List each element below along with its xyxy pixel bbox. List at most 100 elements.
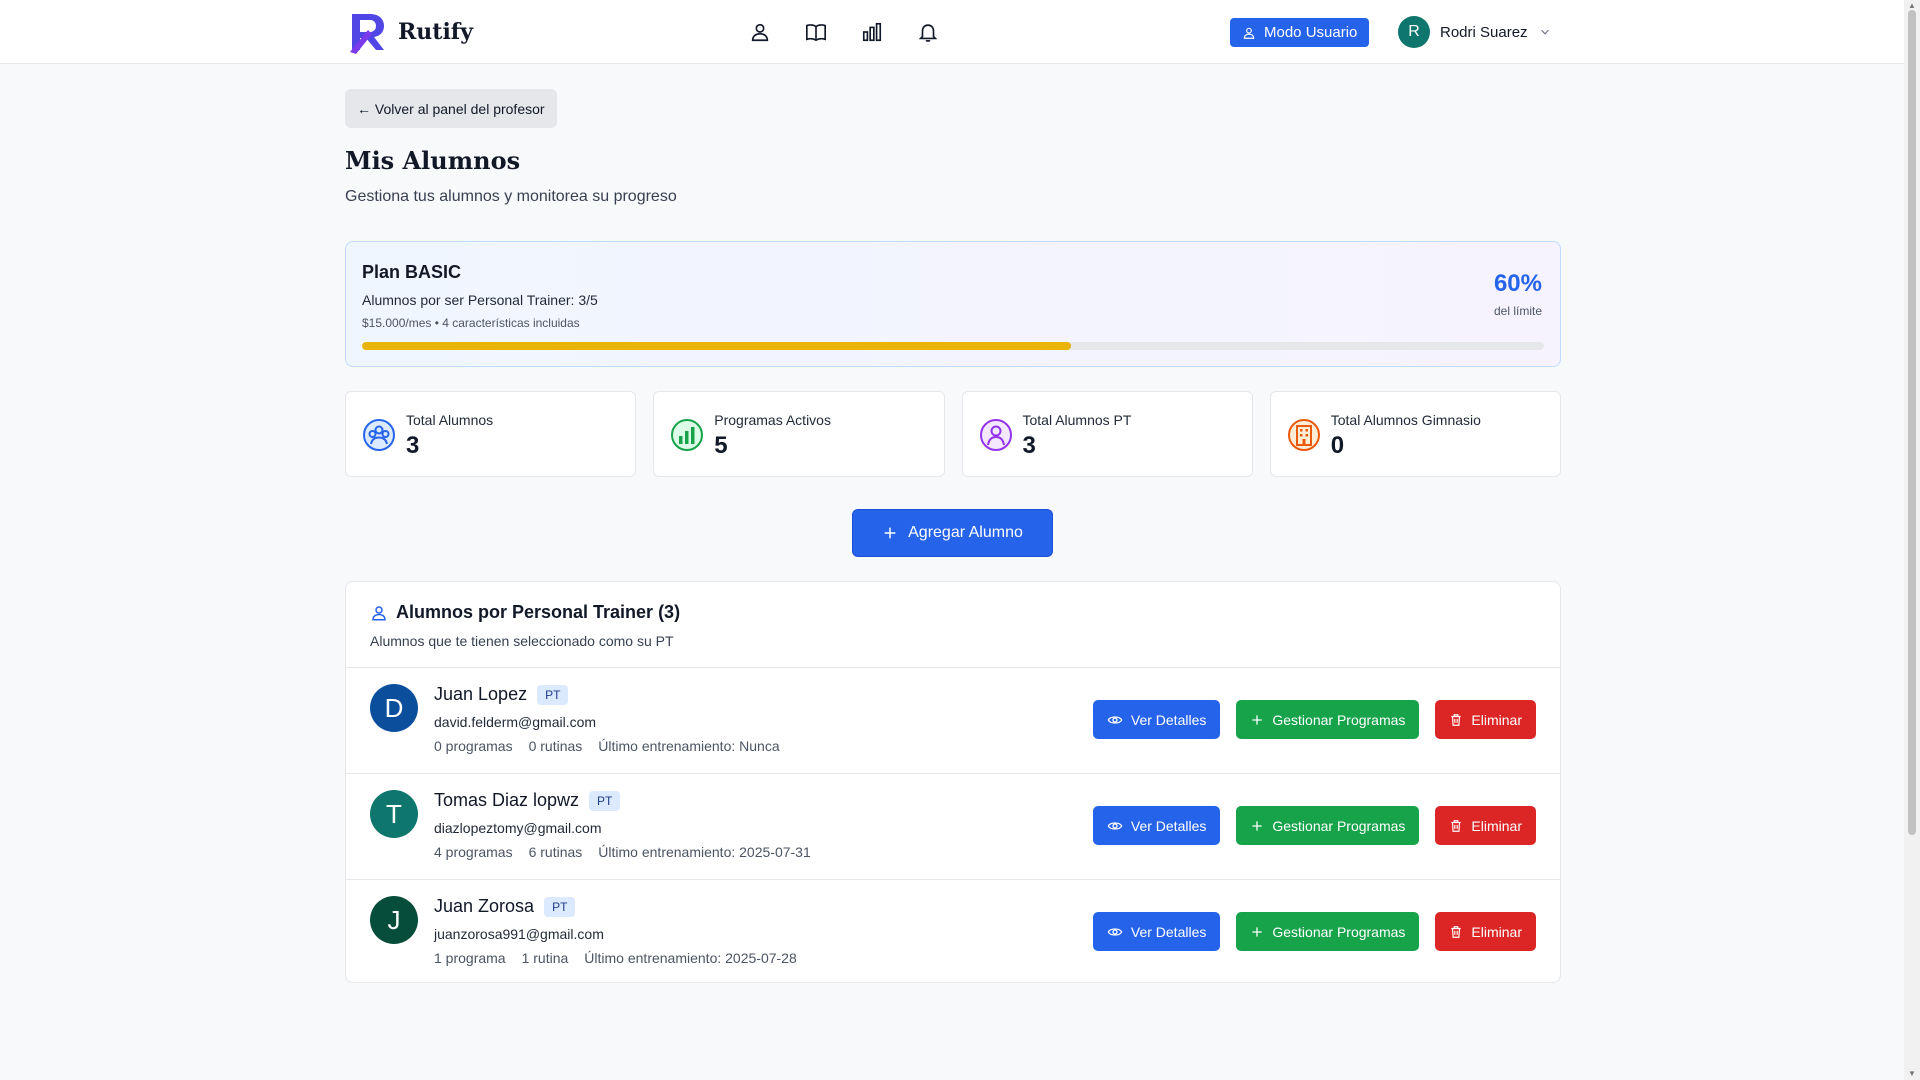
user-mode-button[interactable]: Modo Usuario [1230,18,1370,47]
eye-icon [1107,715,1123,724]
manage-programs-label: Gestionar Programas [1272,711,1406,728]
scroll-down-arrow-icon[interactable]: ▼ [1908,1070,1916,1078]
stat-value: 0 [1330,432,1345,459]
student-name-line: Juan Zorosa PT [434,896,576,917]
view-details-button[interactable]: Ver Detalles [1092,700,1221,739]
scrollbar-thumb[interactable] [1908,10,1916,835]
book-icon[interactable] [800,16,832,48]
user-menu[interactable]: R Rodri Suarez [1398,16,1552,48]
stat-label: Total Alumnos [406,412,494,428]
scroll-up-arrow-icon[interactable]: ▲ [1908,2,1916,10]
program-count: 1 programa [434,950,506,966]
plan-usage-percent: 60% [1493,270,1542,297]
last-training: Último entrenamiento: 2025-07-28 [584,950,797,966]
student-name: Tomas Diaz lopwz [434,790,580,810]
chart-icon [671,419,704,451]
user-name: Rodri Suarez [1440,23,1528,41]
plan-progress-bar [362,342,1544,350]
manage-programs-button[interactable]: Gestionar Programas [1236,806,1420,845]
view-details-label: Ver Detalles [1130,923,1207,940]
manage-programs-label: Gestionar Programas [1272,923,1406,940]
view-details-button[interactable]: Ver Detalles [1092,806,1221,845]
stat-card-pt-students: Total Alumnos PT 3 [961,391,1253,477]
list-subtitle: Alumnos que te tienen seleccionado como … [370,633,674,649]
brand[interactable]: Rutify [348,10,473,54]
user-icon [979,419,1012,451]
stat-value: 3 [406,432,420,459]
user-icon [372,605,386,620]
stat-label: Programas Activos [714,412,831,428]
manage-programs-button[interactable]: Gestionar Programas [1236,700,1420,739]
stat-value: 5 [714,432,728,459]
delete-label: Eliminar [1471,711,1522,728]
row-actions: Ver Detalles Gestionar Programas Elimina… [1092,806,1536,845]
pt-badge: PT [537,684,569,705]
delete-button[interactable]: Eliminar [1435,700,1536,739]
view-details-button[interactable]: Ver Detalles [1092,912,1221,951]
plus-icon [1252,926,1263,937]
plus-icon [1252,714,1263,725]
stat-value: 3 [1022,432,1036,459]
back-button-label: ← Volver al panel del profesor [357,100,545,117]
user-icon [1243,27,1255,39]
chevron-down-icon [1540,29,1549,35]
plan-title: Plan BASIC [362,262,462,282]
rutify-logo-icon [350,14,384,54]
page-title: Mis Alumnos [345,146,521,175]
manage-programs-label: Gestionar Programas [1272,817,1406,834]
student-name-line: Juan Lopez PT [434,684,569,705]
add-student-label: Agregar Alumno [908,524,1023,541]
list-header: Alumnos por Personal Trainer (3) Alumnos… [346,582,1560,668]
building-icon [1287,419,1320,451]
page-subtitle: Gestiona tus alumnos y monitorea su prog… [345,188,677,205]
plan-card: Plan BASIC Alumnos por ser Personal Trai… [345,241,1561,367]
program-count: 4 programas [434,844,513,860]
user-icon[interactable] [744,16,776,48]
avatar: J [370,896,418,944]
plan-limit-label: del límite [1493,304,1542,318]
stat-card-gym-students: Total Alumnos Gimnasio 0 [1269,391,1561,477]
avatar: R [1398,16,1430,48]
bar-chart-icon[interactable] [856,16,888,48]
student-email: david.felderm@gmail.com [434,714,597,730]
top-navbar: Rutify Modo Usuario R Rodri Suarez [0,0,1904,64]
eye-icon [1107,927,1123,936]
plan-students-count: Alumnos por ser Personal Trainer: 3/5 [362,292,598,308]
student-email: diazlopeztomy@gmail.com [434,820,602,836]
bell-icon[interactable] [912,16,944,48]
plus-icon [1252,820,1263,831]
avatar: D [370,684,418,732]
delete-button[interactable]: Eliminar [1435,912,1536,951]
students-list-card: Alumnos por Personal Trainer (3) Alumnos… [345,581,1561,983]
eye-icon [1107,821,1123,830]
student-name: Juan Zorosa [434,896,535,916]
last-training: Último entrenamiento: Nunca [598,738,780,754]
view-details-label: Ver Detalles [1130,711,1207,728]
list-item: T Tomas Diaz lopwz PT diazlopeztomy@gmai… [346,774,1560,880]
view-details-label: Ver Detalles [1130,817,1207,834]
program-count: 0 programas [434,738,513,754]
plus-icon [884,527,896,539]
page-scrollbar[interactable]: ▲ ▼ [1904,0,1920,1080]
trash-icon [1451,713,1462,726]
stat-card-total-students: Total Alumnos 3 [345,391,637,477]
row-actions: Ver Detalles Gestionar Programas Elimina… [1092,700,1536,739]
back-to-teacher-panel-button[interactable]: ← Volver al panel del profesor [345,89,557,128]
users-icon [363,419,395,451]
routine-count: 1 rutina [521,950,569,966]
student-email: juanzorosa991@gmail.com [434,926,604,942]
user-mode-label: Modo Usuario [1264,24,1358,41]
stat-card-active-programs: Programas Activos 5 [653,391,945,477]
routine-count: 6 rutinas [528,844,583,860]
list-item: D Juan Lopez PT david.felderm@gmail.com … [346,668,1560,774]
avatar: T [370,790,418,838]
student-name: Juan Lopez [434,684,528,704]
list-item: J Juan Zorosa PT juanzorosa991@gmail.com… [346,880,1560,982]
add-student-button[interactable]: Agregar Alumno [852,509,1053,557]
delete-button[interactable]: Eliminar [1435,806,1536,845]
brand-name: Rutify [398,19,474,45]
main-nav [744,16,944,48]
student-meta: 4 programas 6 rutinas Último entrenamien… [434,844,811,860]
manage-programs-button[interactable]: Gestionar Programas [1236,912,1420,951]
list-title: Alumnos por Personal Trainer (3) [370,602,680,623]
